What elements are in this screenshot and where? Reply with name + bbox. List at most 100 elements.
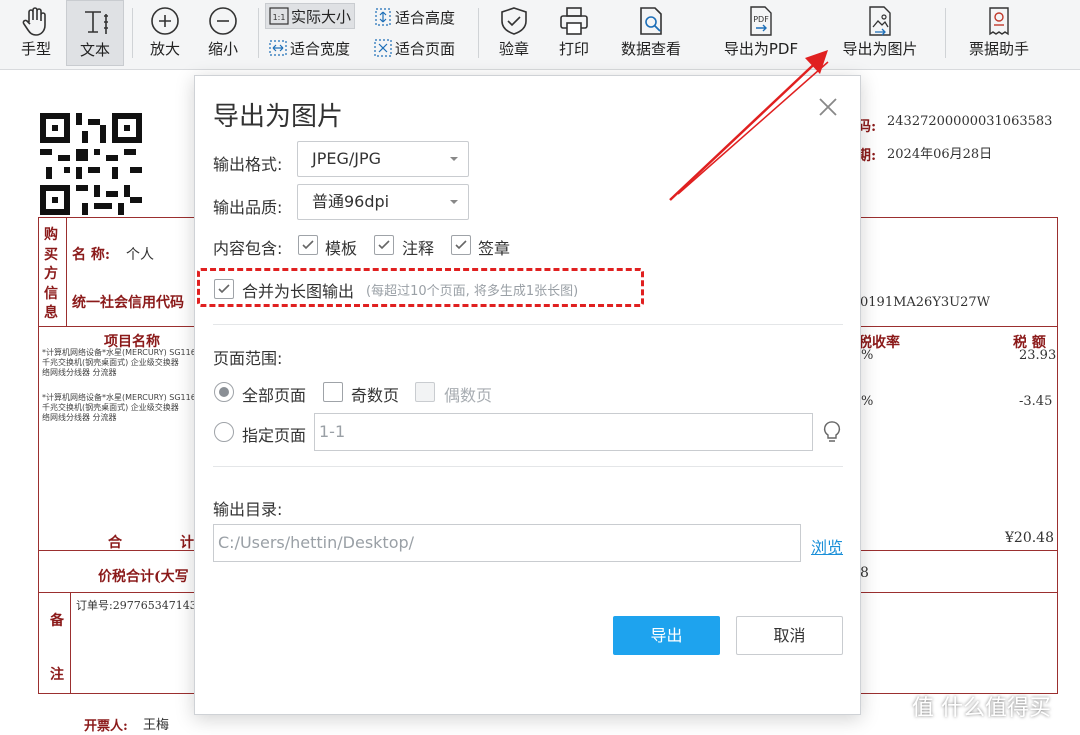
- template-checkbox[interactable]: [298, 235, 318, 255]
- zoom-in-icon: [151, 7, 179, 35]
- odd-pages-label: 奇数页: [351, 386, 400, 405]
- actual-size-button[interactable]: 1:1 实际大小: [265, 3, 356, 29]
- verify-seal-button[interactable]: 验章: [488, 0, 540, 66]
- format-label: 输出格式:: [213, 155, 283, 174]
- fit-page-icon: [374, 39, 392, 57]
- chevron-down-icon: [450, 200, 458, 204]
- tax-amount-value: -3.45: [1019, 394, 1053, 409]
- toolbar-separator: [478, 8, 479, 58]
- qr-code-image: [40, 113, 142, 215]
- format-select[interactable]: JPEG/JPG: [297, 141, 469, 177]
- toolbar-separator: [945, 8, 946, 58]
- svg-text:1:1: 1:1: [273, 13, 286, 22]
- buyer-name-value: 个人: [126, 247, 154, 263]
- tax-rate-value: %: [861, 394, 874, 409]
- check-icon: [302, 240, 314, 250]
- remark-label: 注: [50, 667, 64, 683]
- invoice-helper-label: 票据助手: [968, 40, 1029, 58]
- custom-pages-label: 指定页面: [242, 426, 307, 445]
- output-dir-value: C:/Users/hettin/Desktop/: [218, 533, 415, 552]
- text-tool-label: 文本: [79, 41, 110, 59]
- even-pages-label: 偶数页: [444, 386, 493, 405]
- export-button[interactable]: 导出: [613, 616, 720, 655]
- buyer-section-label: 购买方信息: [44, 227, 58, 321]
- all-pages-label: 全部页面: [242, 386, 307, 405]
- printer-icon: [560, 7, 588, 35]
- export-pdf-icon: PDF: [750, 6, 772, 36]
- total-label: 合: [108, 535, 122, 551]
- invoice-col-line: [70, 592, 71, 694]
- fit-height-button[interactable]: 适合高度: [373, 4, 455, 30]
- annotation-option-label: 注释: [402, 239, 435, 258]
- template-option-label: 模板: [325, 239, 358, 258]
- hand-tool-button[interactable]: 手型: [10, 0, 62, 66]
- toolbar-separator: [132, 8, 133, 58]
- custom-pages-input[interactable]: 1-1: [314, 413, 813, 451]
- fit-width-label: 适合宽度: [290, 39, 351, 58]
- drawer-value: 王梅: [143, 718, 170, 733]
- annotation-highlight-box: [197, 268, 644, 307]
- grand-total-label: 价税合计(大写: [98, 569, 189, 585]
- signature-option-label: 签章: [478, 239, 511, 258]
- section-divider: [213, 324, 843, 325]
- actual-size-label: 实际大小: [291, 7, 352, 26]
- svg-text:PDF: PDF: [753, 15, 769, 24]
- invoice-item-row: *计算机网络设备*水星(MERCURY) SG116D 千兆交换机(钢壳桌面式) …: [42, 348, 202, 377]
- invoice-number-value: 24327200000031063583: [887, 114, 1053, 129]
- zoom-out-icon: [209, 7, 237, 35]
- dialog-title: 导出为图片: [213, 102, 344, 132]
- text-tool-button[interactable]: 文本: [66, 0, 124, 66]
- quality-select[interactable]: 普通96dpi: [297, 184, 469, 220]
- fit-width-icon: [269, 40, 287, 56]
- watermark-logo: 值 什么值得买: [912, 696, 1051, 721]
- output-dir-label: 输出目录:: [213, 500, 283, 519]
- format-select-value: JPEG/JPG: [312, 149, 382, 168]
- buyer-name-label: 名 称:: [72, 247, 111, 263]
- check-icon: [455, 240, 467, 250]
- annotation-checkbox[interactable]: [374, 235, 394, 255]
- all-pages-radio[interactable]: [214, 382, 234, 402]
- quality-label: 输出品质:: [213, 198, 283, 217]
- custom-pages-radio[interactable]: [214, 422, 234, 442]
- export-image-icon: [869, 6, 891, 36]
- lightbulb-icon[interactable]: [822, 420, 842, 444]
- invoice-col-line: [66, 217, 67, 326]
- invoice-helper-button[interactable]: 票据助手: [960, 0, 1038, 66]
- browse-link[interactable]: 浏览: [811, 534, 843, 558]
- export-image-label: 导出为图片: [842, 40, 918, 58]
- total-tax-value: ¥20.48: [1005, 530, 1054, 546]
- check-icon: [378, 240, 390, 250]
- seller-credit-code: 0191MA26Y3U27W: [860, 295, 991, 310]
- signature-checkbox[interactable]: [451, 235, 471, 255]
- output-dir-input[interactable]: C:/Users/hettin/Desktop/: [213, 524, 801, 562]
- invoice-item-row: *计算机网络设备*水星(MERCURY) SG116D 千兆交换机(钢壳桌面式) …: [42, 393, 202, 422]
- zoom-out-button[interactable]: 缩小: [198, 0, 248, 66]
- hand-tool-label: 手型: [20, 40, 51, 58]
- actual-size-icon: 1:1: [269, 7, 289, 25]
- quality-select-value: 普通96dpi: [312, 192, 390, 211]
- zoom-out-label: 缩小: [207, 40, 238, 58]
- fit-height-icon: [375, 8, 391, 26]
- tax-rate-value: %: [861, 348, 874, 363]
- fit-page-button[interactable]: 适合页面: [373, 35, 455, 61]
- toolbar-separator: [258, 8, 259, 58]
- total-label: 计: [180, 535, 194, 551]
- zoom-in-button[interactable]: 放大: [140, 0, 190, 66]
- page-range-label: 页面范围:: [213, 349, 283, 368]
- section-divider: [213, 466, 843, 467]
- document-search-icon: [640, 7, 662, 35]
- credit-code-label: 统一社会信用代码: [72, 295, 184, 311]
- export-image-button[interactable]: 导出为图片: [832, 0, 928, 66]
- even-pages-checkbox[interactable]: [415, 382, 435, 402]
- custom-pages-placeholder: 1-1: [319, 422, 346, 441]
- tax-amount-value: 23.93: [1019, 348, 1057, 363]
- verify-seal-label: 验章: [498, 40, 529, 58]
- remark-label: 备: [50, 613, 64, 629]
- fit-width-button[interactable]: 适合宽度: [268, 35, 350, 61]
- cancel-button[interactable]: 取消: [736, 616, 843, 655]
- content-label: 内容包含:: [213, 239, 283, 258]
- odd-pages-checkbox[interactable]: [323, 382, 343, 402]
- drawer-label: 开票人:: [84, 719, 128, 734]
- print-button[interactable]: 打印: [548, 0, 600, 66]
- text-select-icon: [85, 11, 108, 34]
